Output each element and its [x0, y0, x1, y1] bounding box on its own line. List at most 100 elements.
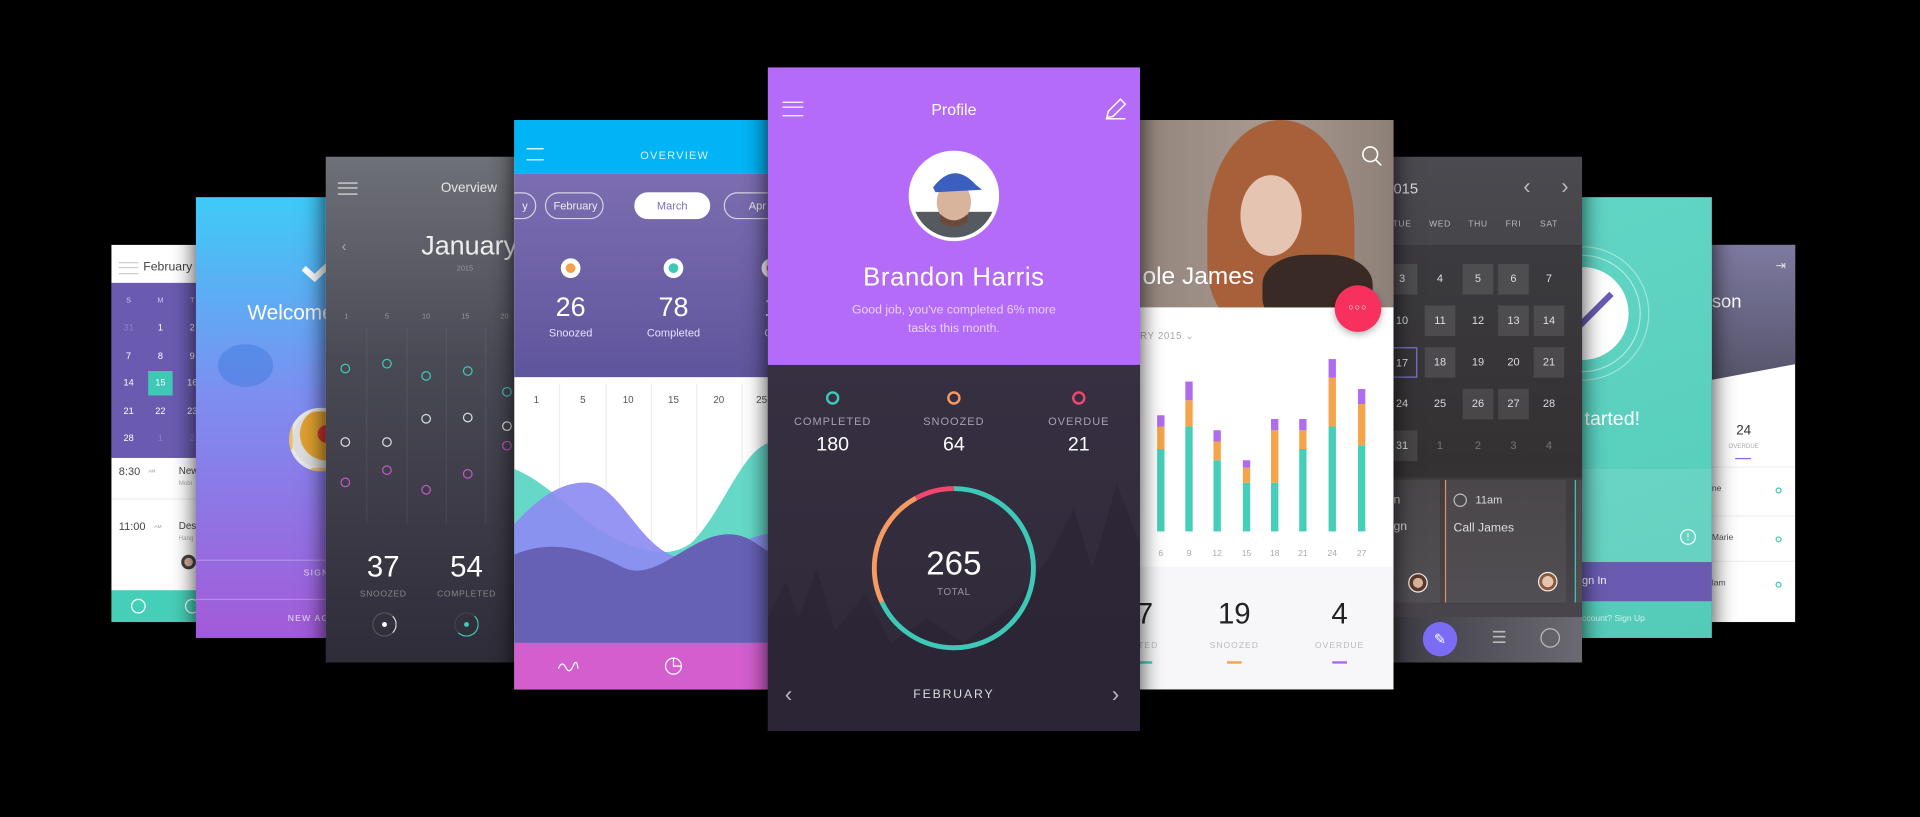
calendar-day[interactable]: 28 [1534, 389, 1565, 420]
calendar-day[interactable]: 3 [1498, 430, 1529, 461]
calendar-day[interactable]: 28 [116, 426, 140, 450]
calendar-day[interactable]: 14 [1533, 305, 1565, 337]
prev-month-arrow-icon[interactable]: ‹ [785, 682, 792, 708]
bar-snoozed[interactable] [1242, 467, 1251, 483]
task-dot[interactable] [421, 484, 432, 495]
calendar-day[interactable]: 1 [148, 426, 172, 450]
task-dot[interactable] [502, 440, 512, 451]
task-dot[interactable] [340, 477, 351, 488]
month-pill[interactable]: March [634, 192, 711, 220]
calendar-day[interactable]: 10 [1393, 306, 1417, 337]
task-dot[interactable] [502, 386, 512, 397]
edit-pencil-icon[interactable] [1103, 97, 1127, 121]
wave-chart-tab-icon[interactable] [557, 660, 579, 672]
calendar-day[interactable]: 12 [1463, 306, 1494, 337]
timer-icon[interactable] [1540, 628, 1561, 648]
add-task-button[interactable]: ✎ [1422, 622, 1458, 657]
bar-completed[interactable] [1328, 426, 1336, 532]
calendar-day[interactable]: 31 [116, 316, 140, 340]
calendar-day[interactable]: 22 [148, 399, 172, 423]
bar-completed[interactable] [1357, 445, 1366, 532]
calendar-day[interactable]: 6 [1498, 263, 1529, 295]
bar-overdue[interactable] [1357, 389, 1366, 405]
logout-icon[interactable]: ⇥ [1776, 260, 1786, 273]
bar-overdue[interactable] [1185, 381, 1193, 401]
bar-overdue[interactable] [1213, 430, 1221, 442]
pie-chart-tab-icon[interactable] [664, 656, 684, 676]
task-dot[interactable] [502, 421, 512, 432]
bar-overdue[interactable] [1299, 419, 1307, 431]
event-title[interactable]: Des [179, 520, 196, 531]
bar-snoozed[interactable] [1185, 400, 1193, 427]
list-item-label[interactable]: ne [1712, 485, 1722, 494]
calendar-day[interactable]: 11 [1424, 305, 1456, 337]
menu-icon[interactable] [782, 101, 804, 117]
bar-completed[interactable] [1242, 482, 1251, 532]
list-item-label[interactable]: Marie [1712, 534, 1733, 543]
bar-completed[interactable] [1271, 482, 1279, 532]
calendar-day[interactable]: 19 [1463, 347, 1494, 378]
task-dot[interactable] [462, 366, 473, 376]
task-dot[interactable] [462, 468, 473, 479]
calendar-day[interactable]: 7 [116, 343, 140, 367]
calendar-day[interactable]: 31 [1393, 430, 1418, 462]
bar-completed[interactable] [1299, 448, 1307, 532]
bar-overdue[interactable] [1328, 359, 1336, 378]
calendar-day[interactable]: 1 [1425, 430, 1456, 461]
bar-overdue[interactable] [1157, 415, 1165, 427]
task-dot[interactable] [382, 358, 392, 369]
task-dot[interactable] [340, 437, 351, 447]
calendar-day[interactable]: 3 [1393, 263, 1418, 295]
calendar-day[interactable]: 15 [148, 371, 173, 396]
calendar-day[interactable]: 25 [1425, 389, 1456, 420]
menu-icon[interactable] [118, 262, 139, 275]
check-icon[interactable] [131, 598, 146, 614]
bar-completed[interactable] [1213, 460, 1221, 532]
calendar-day[interactable]: 27 [1498, 388, 1529, 420]
calendar-day[interactable]: 21 [1533, 347, 1565, 378]
calendar-day[interactable]: 2 [1463, 430, 1494, 461]
month-pill[interactable]: February [544, 192, 604, 220]
bar-snoozed[interactable] [1213, 441, 1221, 461]
calendar-day[interactable]: 17 [1393, 347, 1418, 378]
bar-completed[interactable] [1185, 426, 1193, 532]
list-icon[interactable]: ☰ [1491, 627, 1506, 648]
calendar-day[interactable]: 21 [116, 399, 140, 423]
calendar-day[interactable]: 5 [1462, 263, 1494, 295]
task-dot[interactable] [462, 412, 473, 423]
next-month-arrow-icon[interactable]: › [1561, 174, 1568, 200]
calendar-day[interactable]: 24 [1393, 389, 1417, 420]
list-item-label[interactable]: lam [1712, 579, 1726, 588]
calendar-day[interactable]: 8 [148, 343, 172, 367]
bar-overdue[interactable] [1271, 419, 1279, 431]
sign-up-link[interactable]: ccount? Sign Up [1582, 615, 1645, 624]
bar-snoozed[interactable] [1328, 377, 1336, 427]
calendar-day[interactable]: 14 [116, 371, 140, 395]
calendar-day[interactable]: 4 [1425, 264, 1456, 295]
event-card[interactable]: n gn [1393, 480, 1441, 603]
bar-overdue[interactable] [1242, 460, 1251, 468]
bar-snoozed[interactable] [1357, 404, 1366, 446]
bar-snoozed[interactable] [1157, 426, 1165, 449]
task-dot[interactable] [340, 363, 351, 374]
bar-completed[interactable] [1157, 448, 1165, 532]
calendar-day[interactable]: 26 [1462, 388, 1494, 420]
next-month-arrow-icon[interactable]: › [1112, 682, 1119, 708]
task-dot[interactable] [382, 437, 392, 447]
calendar-day[interactable]: 18 [1424, 347, 1456, 378]
task-dot[interactable] [382, 465, 392, 476]
prev-month-arrow-icon[interactable]: ‹ [1523, 174, 1530, 200]
bar-snoozed[interactable] [1299, 430, 1307, 449]
calendar-day[interactable]: 20 [1498, 347, 1529, 378]
calendar-day[interactable]: 7 [1534, 264, 1565, 295]
menu-icon[interactable] [337, 182, 358, 195]
prev-arrow-icon[interactable]: ‹ [342, 238, 347, 255]
calendar-day[interactable]: 1 [148, 316, 172, 340]
task-dot[interactable] [421, 413, 432, 424]
event-card-call-james[interactable]: 11am Call James [1444, 480, 1567, 603]
calendar-day[interactable]: 13 [1498, 305, 1529, 337]
avatar[interactable] [908, 150, 1000, 242]
task-dot[interactable] [421, 371, 432, 381]
bar-snoozed[interactable] [1271, 430, 1279, 483]
calendar-day[interactable]: 4 [1534, 430, 1565, 461]
